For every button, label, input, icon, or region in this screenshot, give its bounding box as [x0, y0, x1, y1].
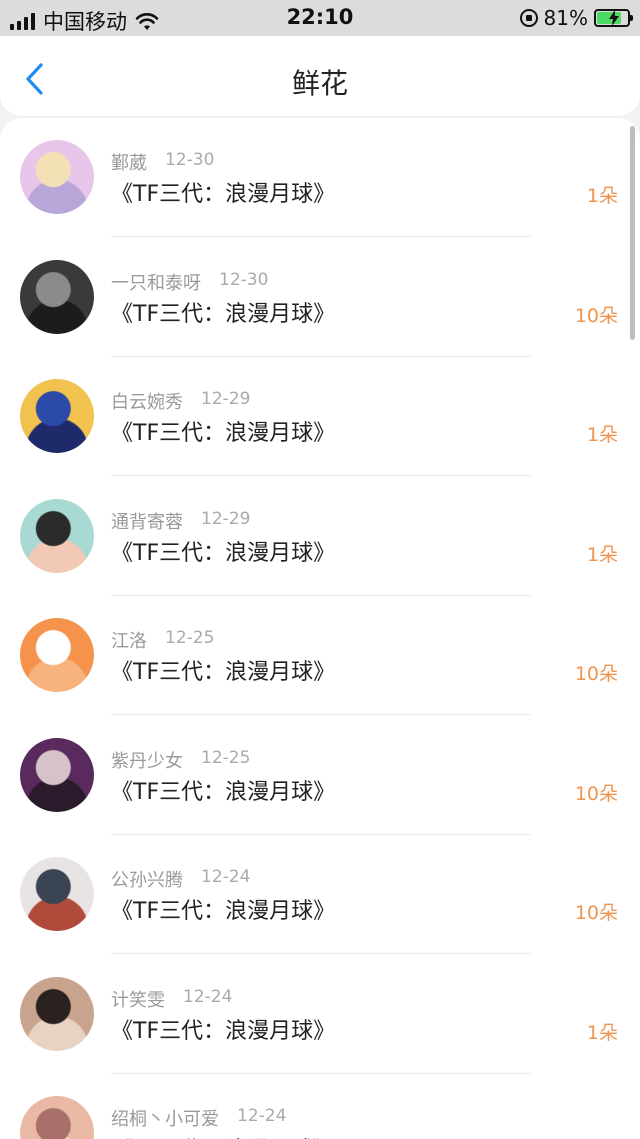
list-item[interactable]: 公孙兴腾 12-24 《TF三代：浪漫月球》 10朵	[0, 835, 640, 954]
flower-count: 10朵	[574, 902, 618, 924]
list-item[interactable]: 计笑雯 12-24 《TF三代：浪漫月球》 1朵	[0, 955, 640, 1074]
book-title: 《TF三代：浪漫月球》	[111, 779, 336, 805]
user-name: 公孙兴腾	[111, 870, 183, 891]
gift-date: 12-29	[201, 389, 251, 409]
flower-count: 1朵	[586, 424, 618, 446]
flower-count: 10朵	[574, 782, 618, 805]
book-title: 《TF三代：浪漫月球》	[111, 660, 336, 685]
book-title: 《TF三代：浪漫月球》	[111, 421, 336, 446]
user-name: 绍桐丶小可爱	[111, 1109, 219, 1130]
user-name: 江洛	[111, 631, 147, 652]
list-item[interactable]: 鄞葳 12-30 《TF三代：浪漫月球》 1朵	[0, 118, 640, 237]
book-title: 《TF三代：浪漫月球》	[111, 1018, 336, 1044]
gift-date: 12-25	[165, 628, 215, 648]
user-name: 紫丹少女	[111, 750, 183, 772]
flower-count: 1朵	[586, 1021, 618, 1044]
user-name: 一只和泰呀	[111, 272, 201, 294]
flower-list[interactable]: 鄞葳 12-30 《TF三代：浪漫月球》 1朵 一只和泰呀 12-30 《TF三代：浪漫月球…	[0, 118, 640, 1139]
list-item[interactable]: 一只和泰呀 12-30 《TF三代：浪漫月球》 10朵	[0, 238, 640, 357]
gift-date: 12-24	[201, 867, 251, 887]
status-bar: 中国移动 22:10 81%	[0, 0, 640, 36]
book-title: 《TF三代：浪漫月球》	[111, 301, 336, 327]
gift-date: 12-29	[201, 508, 251, 529]
user-name: 鄞葳	[111, 153, 147, 174]
user-name: 白云婉秀	[111, 392, 183, 413]
flower-count: 1朵	[586, 543, 618, 566]
orientation-lock-icon	[519, 9, 538, 27]
avatar[interactable]	[20, 857, 94, 931]
avatar[interactable]	[20, 618, 94, 692]
avatar[interactable]	[20, 259, 94, 334]
list-item[interactable]: 紫丹少女 12-25 《TF三代：浪漫月球》 10朵	[0, 716, 640, 835]
list-item[interactable]: 绍桐丶小可爱 12-24 《TF三代：浪漫月球》	[0, 1074, 640, 1139]
gift-date: 12-30	[165, 150, 215, 170]
avatar[interactable]	[20, 140, 94, 214]
list-item[interactable]: 通背寄蓉 12-29 《TF三代：浪漫月球》 1朵	[0, 477, 640, 596]
book-title: 《TF三代：浪漫月球》	[111, 182, 336, 207]
list-item[interactable]: 江洛 12-25 《TF三代：浪漫月球》 10朵	[0, 596, 640, 715]
status-right: 81%	[519, 6, 633, 30]
list-item[interactable]: 白云婉秀 12-29 《TF三代：浪漫月球》 1朵	[0, 357, 640, 476]
battery-charging-icon	[594, 9, 633, 27]
flower-count: 10朵	[574, 304, 618, 327]
avatar[interactable]	[20, 737, 94, 812]
page-title: 鲜花	[291, 67, 348, 100]
flower-count: 10朵	[574, 663, 618, 685]
gift-date: 12-30	[219, 269, 269, 290]
avatar[interactable]	[20, 379, 94, 453]
avatar[interactable]	[20, 498, 94, 573]
avatar[interactable]	[20, 1096, 94, 1139]
gift-date: 12-24	[183, 986, 233, 1007]
battery-percent: 81%	[543, 6, 588, 30]
avatar[interactable]	[20, 976, 94, 1051]
book-title: 《TF三代：浪漫月球》	[111, 540, 336, 566]
book-title: 《TF三代：浪漫月球》	[111, 1132, 335, 1139]
gift-date: 12-25	[201, 747, 251, 768]
gift-date: 12-24	[237, 1106, 287, 1126]
nav-bar: 鲜花	[0, 36, 640, 116]
user-name: 通背寄蓉	[111, 511, 183, 533]
user-name: 计笑雯	[111, 989, 165, 1011]
book-title: 《TF三代：浪漫月球》	[111, 899, 336, 924]
flower-count: 1朵	[586, 185, 618, 207]
